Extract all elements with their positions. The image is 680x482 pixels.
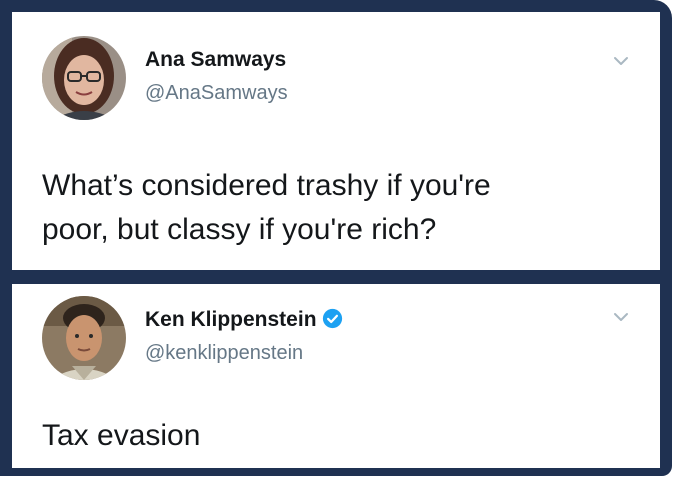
author-name[interactable]: Ken Klippenstein [145,308,343,332]
tweet-card-ana[interactable]: Ana Samways @AnaSamways What’s considere… [12,12,660,270]
tweet-text-line: poor, but classy if you're rich? [42,213,437,246]
author-name[interactable]: Ana Samways [145,48,286,72]
author-handle[interactable]: @kenklippenstein [145,342,303,365]
verified-badge-icon [322,308,342,329]
chevron-down-icon[interactable] [612,52,630,70]
avatar-ana[interactable] [42,36,126,120]
tweet-card-ken[interactable]: Ken Klippenstein @kenklippenstein Tax ev… [12,284,660,468]
tweet-text-line: Tax evasion [42,419,201,452]
tweet-text-line: What’s considered trashy if you're [42,169,491,202]
avatar-ken[interactable] [42,296,126,380]
author-handle[interactable]: @AnaSamways [145,82,288,105]
author-name-text: Ken Klippenstein [145,308,317,331]
avatar-man-icon [42,296,126,380]
chevron-down-icon[interactable] [612,308,630,326]
tweet-text: Tax evasion [42,414,642,458]
screenshot-frame: Ana Samways @AnaSamways What’s considere… [0,0,672,476]
tweet-text: What’s considered trashy if you're poor,… [42,164,642,252]
avatar-woman-glasses-icon [42,36,126,120]
